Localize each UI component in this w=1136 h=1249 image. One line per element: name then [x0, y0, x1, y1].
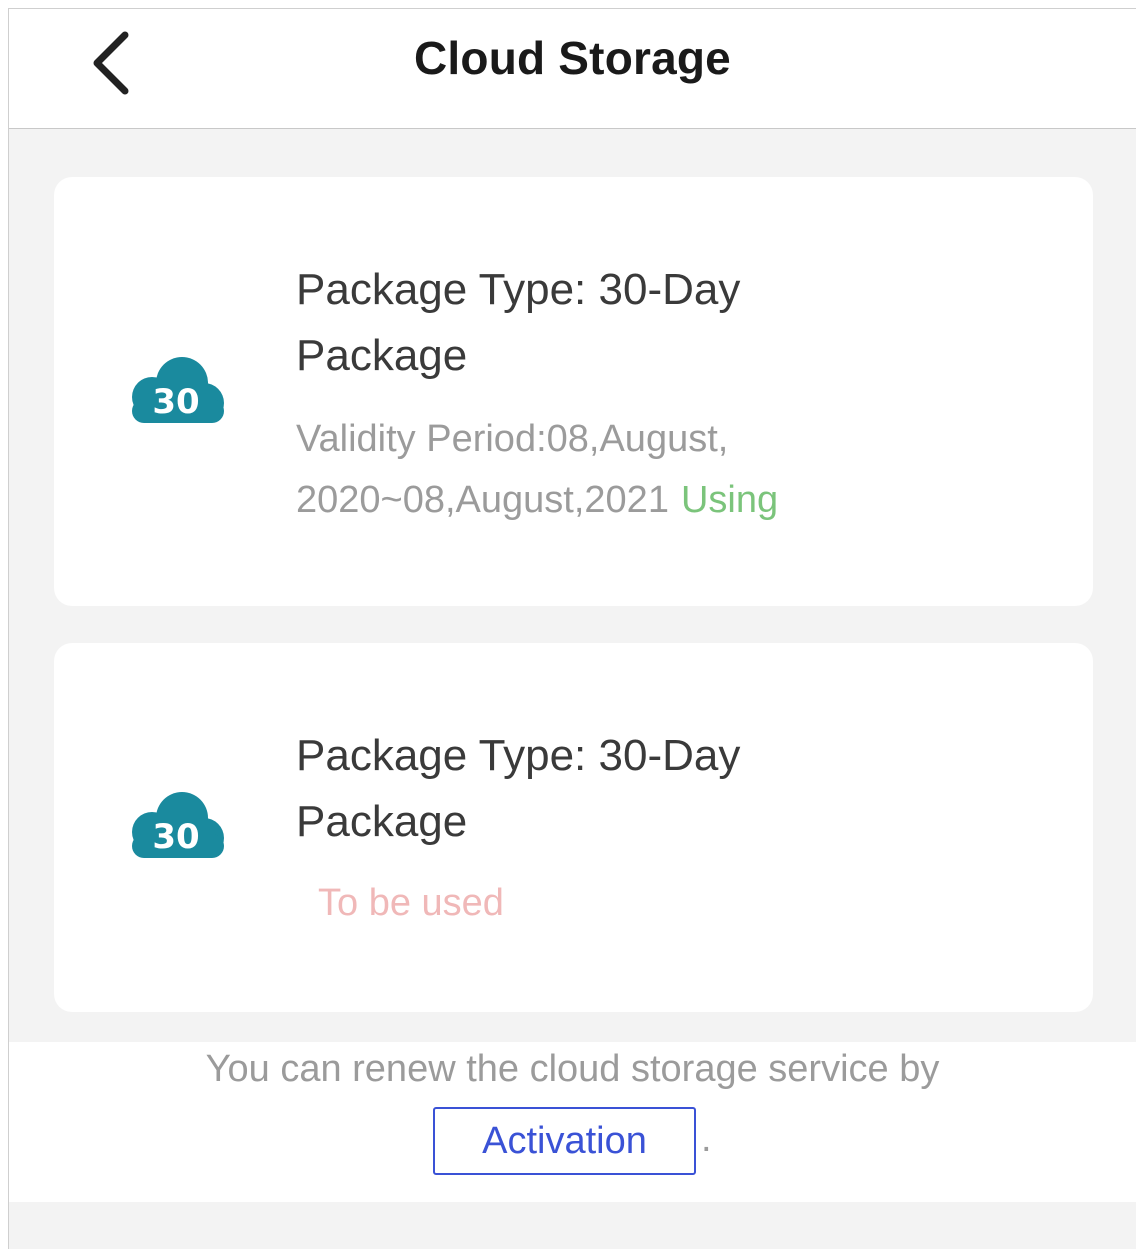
- renew-footer: You can renew the cloud storage service …: [9, 1042, 1136, 1202]
- package-card[interactable]: 30 Package Type: 30-Day Package Validity…: [54, 177, 1093, 606]
- status-badge: To be used: [318, 882, 504, 924]
- package-card[interactable]: 30 Package Type: 30-Day Package To be us…: [54, 643, 1093, 1012]
- validity-period: Validity Period:08,August, 2020~08,Augus…: [296, 409, 1016, 531]
- validity-text: Validity Period:08,August, 2020~08,Augus…: [296, 418, 729, 521]
- app-screen: Cloud Storage 30 Package Type: 30-Day Pa…: [8, 8, 1136, 1249]
- page-title: Cloud Storage: [414, 32, 731, 84]
- cloud-badge-text: 30: [152, 382, 199, 422]
- cloud-icon: 30: [124, 788, 228, 862]
- renew-hint: You can renew the cloud storage service …: [205, 1048, 940, 1090]
- package-type: Package Type: 30-Day Package: [296, 731, 741, 846]
- cloud-icon: 30: [124, 353, 228, 427]
- trailing-period: .: [701, 1118, 712, 1160]
- cloud-badge-text: 30: [152, 817, 199, 857]
- package-type: Package Type: 30-Day Package: [296, 265, 741, 380]
- status-badge: Using: [680, 479, 779, 521]
- activation-button[interactable]: Activation: [433, 1107, 696, 1175]
- header-bar: Cloud Storage: [9, 9, 1136, 129]
